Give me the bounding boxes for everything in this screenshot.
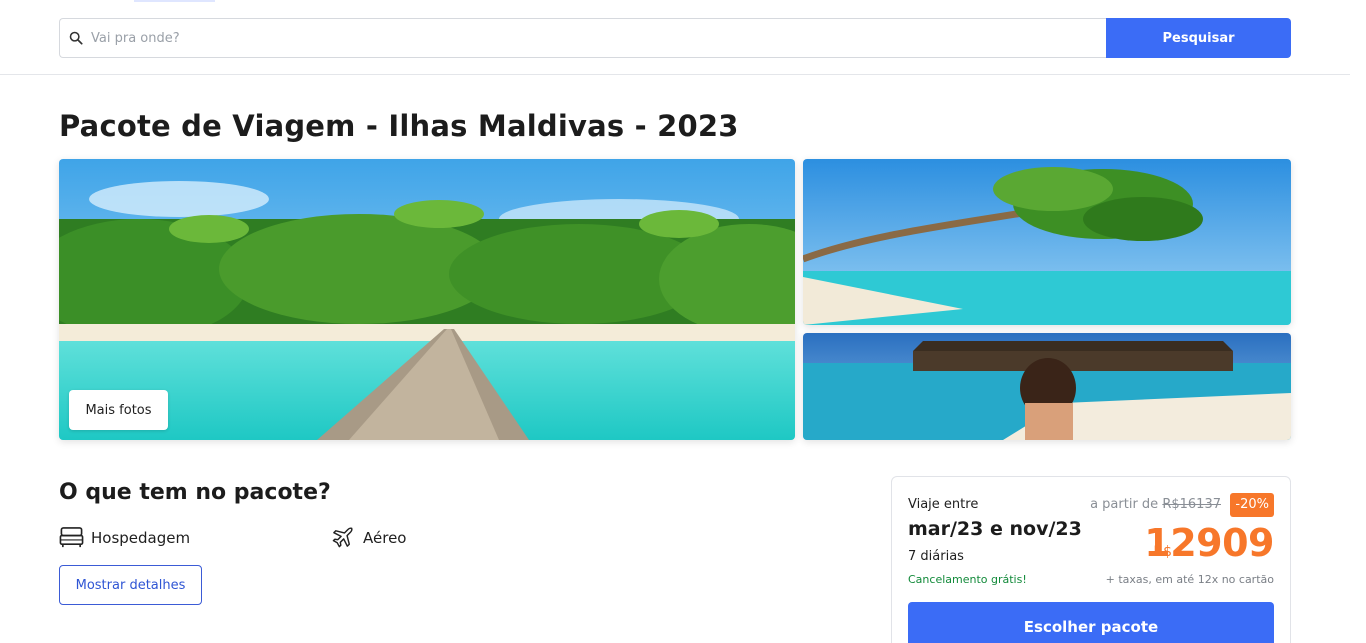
bed-icon xyxy=(59,527,84,548)
side-photo-bottom[interactable] xyxy=(803,333,1291,440)
photo-gallery: Mais fotos xyxy=(59,159,1291,440)
page-title: Pacote de Viagem - Ilhas Maldivas - 2023 xyxy=(59,109,739,143)
feature-flight: Aéreo xyxy=(331,525,406,550)
more-photos-button[interactable]: Mais fotos xyxy=(69,390,168,430)
water-villas-image xyxy=(803,333,1291,440)
side-photo-top[interactable] xyxy=(803,159,1291,325)
feature-accommodation-label: Hospedagem xyxy=(91,528,191,547)
package-section-title: O que tem no pacote? xyxy=(59,480,331,505)
price-card: Viaje entre mar/23 e nov/23 7 diárias Ca… xyxy=(891,476,1291,643)
show-details-button[interactable]: Mostrar detalhes xyxy=(59,565,202,605)
search-button[interactable]: Pesquisar xyxy=(1106,18,1291,58)
search-icon xyxy=(69,31,83,45)
airplane-icon xyxy=(332,527,353,548)
search-bar: Pesquisar xyxy=(59,18,1291,58)
top-bar: Pesquisar xyxy=(0,0,1350,75)
discount-badge: -20% xyxy=(1230,493,1274,517)
travel-dates: mar/23 e nov/23 xyxy=(908,518,1082,540)
nav-active-indicator xyxy=(134,0,215,2)
price-value: 12909 xyxy=(1144,521,1274,565)
palm-beach-image xyxy=(803,159,1291,325)
beach-pier-image xyxy=(59,159,795,440)
from-price-label: a partir de R$16137 xyxy=(1090,497,1221,512)
scrollbar[interactable] xyxy=(1350,0,1366,643)
price-installments-note: + taxas, em até 12x no cartão xyxy=(1105,573,1274,586)
travel-period-label: Viaje entre xyxy=(908,497,979,512)
feature-flight-label: Aéreo xyxy=(363,528,407,547)
search-field-container[interactable] xyxy=(59,18,1106,58)
feature-accommodation: Hospedagem xyxy=(59,525,190,550)
free-cancellation-note: Cancelamento grátis! xyxy=(908,573,1027,586)
from-label-text: a partir de xyxy=(1090,497,1159,512)
choose-package-button[interactable]: Escolher pacote xyxy=(908,602,1274,643)
nights-count: 7 diárias xyxy=(908,549,964,564)
main-photo[interactable]: Mais fotos xyxy=(59,159,795,440)
old-price: R$16137 xyxy=(1162,497,1221,512)
search-input[interactable] xyxy=(91,30,1077,46)
